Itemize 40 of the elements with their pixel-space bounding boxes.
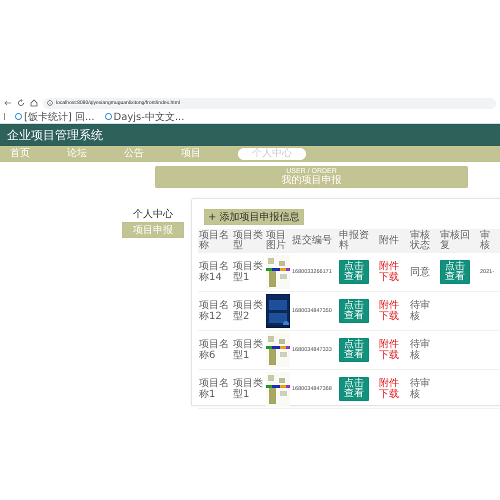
bookmark[interactable]: [饭卡统计] 回... [24,110,95,124]
table-cell-text: 待审核 [410,339,431,361]
table-cell-text: 项目名称6 [199,339,230,361]
table-cell: 项目类型2 [233,300,264,322]
info-icon[interactable] [47,100,53,106]
add-button[interactable]: + 添加项目申报信息 [204,209,304,225]
banner-title: 我的项目申报 [282,175,342,186]
column-header: 项目名称 [198,229,232,253]
table-cell: 同意 [410,266,430,278]
column-header: 项目类型 [232,229,265,253]
download-link[interactable]: 附件下载 [379,378,399,400]
table-cell: 项目类型1 [233,378,264,400]
view-button[interactable]: 点击查看 [440,260,470,284]
column-header: 审核状态 [409,229,439,253]
column-header: 审核回复 [439,229,479,253]
column-header: 提交编号 [291,229,338,253]
table-cell: 项目类型1 [233,261,264,283]
table-cell: 项目类型1 [233,339,264,361]
column-header: 附件 [378,229,409,253]
home-icon[interactable] [30,99,38,107]
bookmark[interactable]: Dayjs-中文文... [114,110,184,124]
view-button[interactable]: 点击查看 [339,338,369,362]
back-icon[interactable] [4,99,12,107]
table-cell-text: 项目名称12 [199,300,230,322]
column-header: 项目图片 [265,229,291,253]
view-button[interactable]: 点击查看 [339,299,369,323]
site-title: 企业项目管理系统 [7,126,103,144]
column-header: 申报资料 [338,229,378,253]
view-button[interactable]: 点击查看 [339,377,369,401]
sidebar-item[interactable]: 个人中心 [122,206,184,222]
download-link[interactable]: 附件下载 [379,300,399,322]
view-button[interactable]: 点击查看 [339,260,369,284]
download-link[interactable]: 附件下载 [379,261,399,283]
table-cell-text: 待审核 [410,300,431,322]
table-cell-text: 待审核 [410,378,431,400]
table-cell-text: 项目名称14 [199,261,230,283]
download-link[interactable]: 附件下载 [379,339,399,361]
reload-icon[interactable] [17,99,25,107]
table-cell-text: 项目名称1 [199,378,230,400]
column-header: 审核 [479,229,500,253]
